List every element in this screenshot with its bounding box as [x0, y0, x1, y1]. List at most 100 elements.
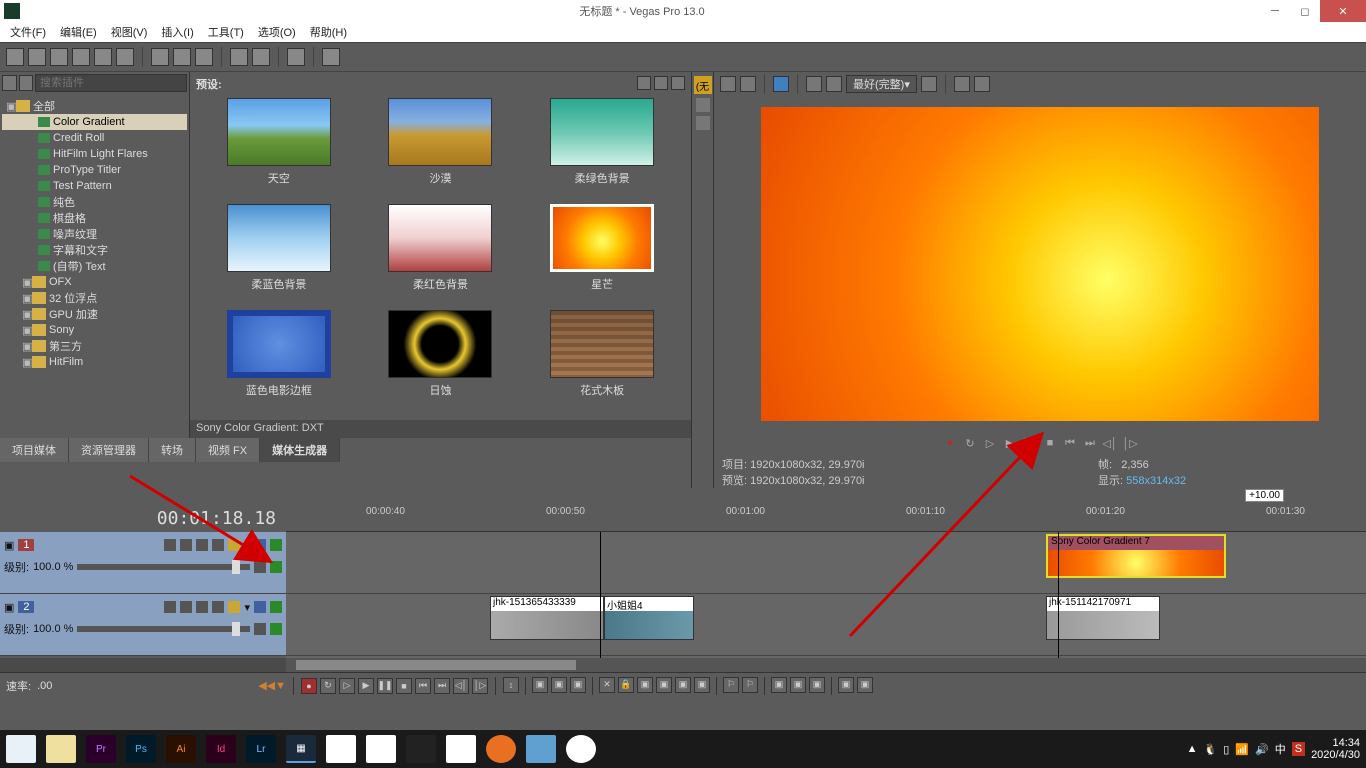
preview-quality-dropdown[interactable]: 最好(完整) ▾	[846, 75, 917, 93]
preview-ext-icon[interactable]	[720, 76, 736, 92]
tree-folder[interactable]: HitFilm	[49, 356, 83, 368]
track-header-1[interactable]: ▣1 ▾ 级别:100.0 %	[0, 532, 286, 594]
preset-soft-red[interactable]: 柔红色背景	[362, 204, 520, 300]
prev-frame-icon[interactable]: ◁│	[1103, 436, 1117, 450]
tool-misc-b-icon[interactable]: ▣	[857, 677, 873, 693]
menu-tools[interactable]: 工具(T)	[202, 22, 250, 42]
preset-starburst[interactable]: 星芒	[523, 204, 681, 300]
tree-item[interactable]: ProType Titler	[53, 164, 121, 176]
timecode-display[interactable]: 00:01:18.18	[0, 504, 286, 532]
render-icon[interactable]	[72, 48, 90, 66]
preset-eclipse[interactable]: 日蚀	[362, 310, 520, 406]
loop-icon[interactable]: ↻	[963, 436, 977, 450]
tool-select-icon[interactable]: ▣	[551, 677, 567, 693]
tray-time[interactable]: 14:34	[1311, 737, 1360, 749]
zoom-value[interactable]: +10.00	[1245, 489, 1284, 502]
close-button[interactable]: ✕	[1320, 0, 1366, 22]
tool-lock-icon[interactable]: 🔒	[618, 677, 634, 693]
preset-soft-blue[interactable]: 柔蓝色背景	[200, 204, 358, 300]
trimmer-tab[interactable]: (无	[694, 76, 712, 94]
tree-folder[interactable]: OFX	[49, 276, 72, 288]
preset-desert[interactable]: 沙漠	[362, 98, 520, 194]
taskbar-app-icon[interactable]	[526, 735, 556, 763]
tree-item[interactable]: (自带) Text	[53, 258, 106, 274]
menu-view[interactable]: 视图(V)	[105, 22, 154, 42]
tl-pause-icon[interactable]: ❚❚	[377, 678, 393, 694]
time-ruler[interactable]: 00:00:40 00:00:50 00:01:00 00:01:10 00:0…	[286, 504, 1366, 532]
timeline-hscroll[interactable]	[0, 658, 1366, 672]
tl-loop-icon[interactable]: ↻	[320, 678, 336, 694]
tool-normal-icon[interactable]: ↕	[503, 677, 519, 693]
menu-insert[interactable]: 插入(I)	[155, 22, 199, 42]
maximize-button[interactable]: ◻	[1290, 0, 1320, 22]
preview-screen-icon[interactable]	[773, 76, 789, 92]
trimmer-icon[interactable]	[696, 98, 710, 112]
new-icon[interactable]	[6, 48, 24, 66]
preset-sky[interactable]: 天空	[200, 98, 358, 194]
menu-file[interactable]: 文件(F)	[4, 22, 52, 42]
clip-jhk1[interactable]: jhk-151365433339	[490, 596, 604, 640]
preview-settings-icon[interactable]	[740, 76, 756, 92]
tray-volume-icon[interactable]: 🔊	[1255, 743, 1269, 756]
cut-icon[interactable]	[151, 48, 169, 66]
tool-media-icon[interactable]: ▣	[790, 677, 806, 693]
clip-jhk2[interactable]: 小姐姐4	[604, 596, 694, 640]
tree-folder[interactable]: 32 位浮点	[49, 290, 97, 306]
tool-flag-b-icon[interactable]: ⚐	[742, 677, 758, 693]
preview-grid-icon[interactable]	[921, 76, 937, 92]
tool-envelope-icon[interactable]: ▣	[532, 677, 548, 693]
tool-zoom-icon[interactable]: ▣	[570, 677, 586, 693]
help-icon[interactable]	[322, 48, 340, 66]
go-end-icon[interactable]: ⏭	[1083, 436, 1097, 450]
tray-network-icon[interactable]: 📶	[1235, 743, 1249, 756]
undo-icon[interactable]	[230, 48, 248, 66]
preset-blue-frame[interactable]: 蓝色电影边框	[200, 310, 358, 406]
search-input[interactable]	[35, 74, 187, 92]
tree-item[interactable]: 字幕和文字	[53, 242, 108, 258]
stop-icon[interactable]: ■	[1043, 436, 1057, 450]
tool-misc-a-icon[interactable]: ▣	[838, 677, 854, 693]
menu-help[interactable]: 帮助(H)	[304, 22, 353, 42]
upload-icon[interactable]	[116, 48, 134, 66]
taskbar-firefox-icon[interactable]	[486, 735, 516, 763]
tab-transitions[interactable]: 转场	[149, 438, 196, 462]
taskbar-sogou-icon[interactable]	[566, 735, 596, 763]
tl-play-icon[interactable]: ▶	[358, 678, 374, 694]
touch-icon[interactable]	[287, 48, 305, 66]
tree-item[interactable]: Credit Roll	[53, 132, 104, 144]
taskbar-qq-icon[interactable]	[406, 735, 436, 763]
copy-icon[interactable]	[173, 48, 191, 66]
clip-color-gradient[interactable]: Sony Color Gradient 7	[1046, 534, 1226, 578]
preview-fx-icon[interactable]	[806, 76, 822, 92]
taskbar-app-icon[interactable]	[326, 735, 356, 763]
tool-marker-icon[interactable]: ▣	[694, 677, 710, 693]
taskbar-premiere-icon[interactable]: Pr	[86, 735, 116, 763]
record-icon[interactable]: ●	[943, 436, 957, 450]
go-start-icon[interactable]: ⏮	[1063, 436, 1077, 450]
tray-ime-icon[interactable]: 中	[1275, 741, 1286, 757]
tray-date[interactable]: 2020/4/30	[1311, 749, 1360, 761]
taskbar-chrome-icon[interactable]	[446, 735, 476, 763]
play-icon[interactable]: ▶	[1003, 436, 1017, 450]
tree-item[interactable]: HitFilm Light Flares	[53, 148, 148, 160]
system-tray[interactable]: ▲ 🐧 ▯ 📶 🔊 中 S 14:34 2020/4/30	[1187, 737, 1360, 761]
tl-stop-icon[interactable]: ■	[396, 678, 412, 694]
pause-icon[interactable]: ❚❚	[1023, 436, 1037, 450]
taskbar-vegas-icon[interactable]: ▦	[286, 735, 316, 763]
tl-record-icon[interactable]: ●	[301, 678, 317, 694]
tool-fx-icon[interactable]: ▣	[809, 677, 825, 693]
preview-save-icon[interactable]	[974, 76, 990, 92]
tree-item[interactable]: 噪声纹理	[53, 226, 97, 242]
next-frame-icon[interactable]: │▷	[1123, 436, 1137, 450]
taskbar-app-icon[interactable]	[6, 735, 36, 763]
search-icon[interactable]	[19, 75, 34, 91]
taskbar-explorer-icon[interactable]	[46, 735, 76, 763]
plugin-chain-icon[interactable]	[2, 75, 17, 91]
preset-soft-green[interactable]: 柔绿色背景	[523, 98, 681, 194]
tray-icon[interactable]: ▯	[1223, 743, 1229, 756]
tree-item[interactable]: 纯色	[53, 194, 75, 210]
tray-icon[interactable]: 🐧	[1204, 743, 1218, 756]
tl-end-icon[interactable]: ⏭	[434, 678, 450, 694]
tl-start-icon[interactable]: ⏮	[415, 678, 431, 694]
level-slider[interactable]	[77, 626, 250, 632]
